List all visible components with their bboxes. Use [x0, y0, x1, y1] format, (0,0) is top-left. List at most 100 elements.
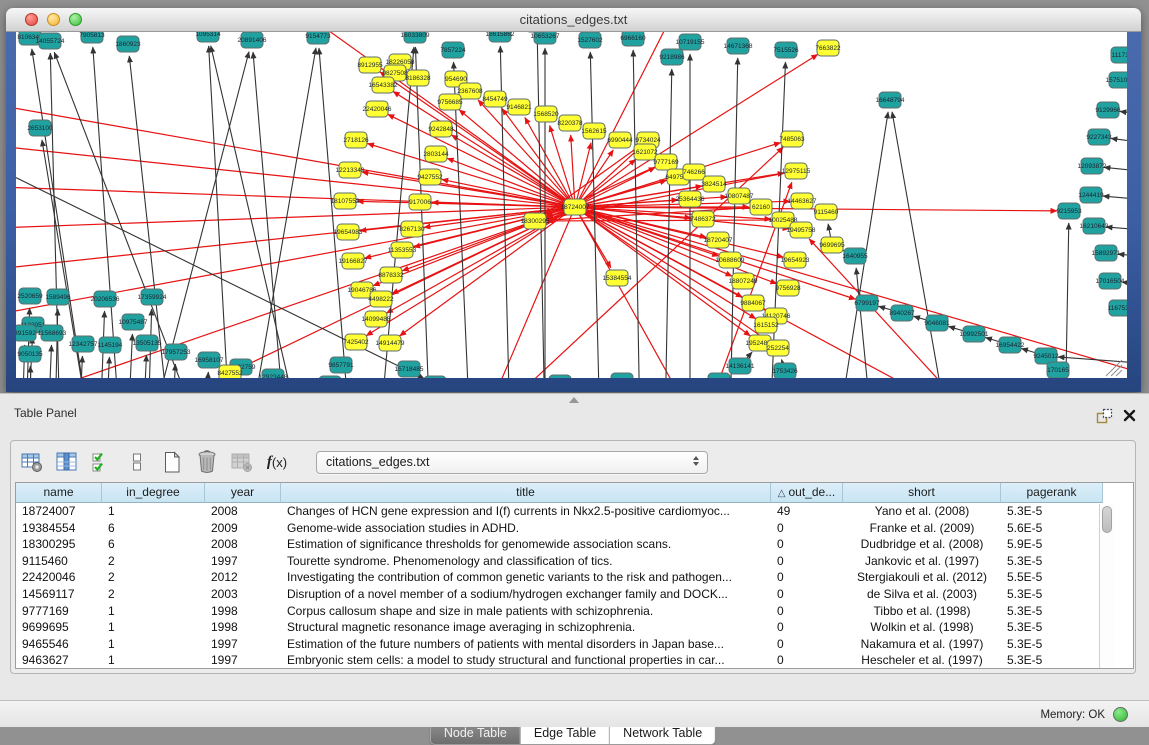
graph-node[interactable]: 1621072 — [632, 144, 658, 160]
table-cell[interactable]: 5.3E-5 — [1001, 636, 1103, 653]
graph-node[interactable]: 7485063 — [779, 131, 805, 147]
graph-node[interactable]: 18720407 — [704, 232, 733, 248]
graph-node[interactable]: 20891406 — [238, 32, 267, 48]
table-cell[interactable]: 1998 — [205, 603, 281, 620]
table-row[interactable]: 946554611997Estimation of the future num… — [16, 636, 1133, 653]
graph-node[interactable]: 9146821 — [506, 99, 532, 115]
column-header-short[interactable]: short — [843, 483, 1001, 503]
graph-node[interactable]: 8454749 — [482, 91, 508, 107]
graph-node[interactable]: 1753426 — [772, 363, 798, 378]
graph-node[interactable]: 7857224 — [440, 42, 466, 58]
table-cell[interactable]: Hescheler et al. (1997) — [843, 652, 1001, 669]
table-cell[interactable]: 1997 — [205, 553, 281, 570]
table-cell[interactable]: 5.3E-5 — [1001, 586, 1103, 603]
graph-node[interactable]: 17016504 — [1096, 273, 1125, 289]
table-cell[interactable]: Tibbo et al. (1998) — [843, 603, 1001, 620]
table-cell[interactable]: 1 — [102, 503, 205, 520]
table-row[interactable]: 1938455462009Genome-wide association stu… — [16, 520, 1133, 537]
table-cell[interactable]: Wolkin et al. (1998) — [843, 619, 1001, 636]
graph-node[interactable]: 2718126 — [343, 132, 369, 148]
graph-node[interactable]: 6799197 — [854, 295, 880, 311]
table-cell[interactable]: Estimation of significance thresholds fo… — [281, 536, 771, 553]
graph-node[interactable]: 12342757 — [69, 336, 98, 352]
graph-node[interactable]: 14671368 — [724, 38, 753, 54]
table-cell[interactable]: Corpus callosum shape and size in male p… — [281, 603, 771, 620]
graph-node[interactable]: 1244419 — [1078, 187, 1104, 203]
graph-node[interactable]: 6990444 — [607, 132, 633, 148]
graph-edge[interactable] — [367, 144, 575, 207]
graph-node[interactable]: 1589496 — [45, 289, 71, 305]
table-cell[interactable]: 1997 — [205, 636, 281, 653]
graph-edge[interactable] — [665, 69, 672, 378]
vertical-scrollbar[interactable] — [1099, 504, 1115, 668]
graph-edge[interactable] — [1104, 167, 1127, 178]
graph-edge[interactable] — [1120, 111, 1127, 122]
graph-node[interactable]: 9050135 — [17, 346, 43, 362]
table-cell[interactable]: 5.9E-5 — [1001, 536, 1103, 553]
table-cell[interactable]: 5.3E-5 — [1001, 603, 1103, 620]
table-cell[interactable]: 5.6E-5 — [1001, 520, 1103, 537]
new-table-icon[interactable] — [159, 449, 185, 475]
table-cell[interactable]: 2008 — [205, 503, 281, 520]
graph-node[interactable]: 20206536 — [91, 291, 120, 307]
column-header-pagerank[interactable]: pagerank — [1001, 483, 1103, 503]
table-cell[interactable]: 0 — [771, 619, 843, 636]
graph-node[interactable]: 17359924 — [138, 289, 167, 305]
table-cell[interactable]: 22420046 — [16, 569, 102, 586]
graph-node[interactable]: 2520659 — [17, 288, 43, 304]
graph-edge[interactable] — [106, 357, 109, 378]
table-cell[interactable]: 2 — [102, 586, 205, 603]
graph-node[interactable]: 1527602 — [577, 32, 603, 48]
table-cell[interactable]: 2008 — [205, 536, 281, 553]
table-cell[interactable]: 2012 — [205, 569, 281, 586]
graph-node[interactable]: 9699695 — [819, 237, 845, 253]
table-cell[interactable]: 5.3E-5 — [1001, 619, 1103, 636]
table-cell[interactable]: 9777169 — [16, 603, 102, 620]
table-cell[interactable]: Jankovic et al. (1997) — [843, 553, 1001, 570]
graph-edge[interactable] — [1111, 138, 1127, 150]
scrollbar-thumb[interactable] — [1102, 506, 1112, 533]
graph-node[interactable]: 10992501 — [960, 326, 989, 342]
table-cell[interactable]: 5.3E-5 — [1001, 503, 1103, 520]
graph-node[interactable]: 15718485 — [395, 361, 424, 377]
graph-node[interactable]: 10719155 — [676, 34, 705, 50]
graph-node[interactable]: 19654923 — [781, 252, 810, 268]
table-cell[interactable]: 1 — [102, 652, 205, 669]
table-cell[interactable]: 9699695 — [16, 619, 102, 636]
network-canvas[interactable]: 8106347140557247905813186092310953142089… — [16, 32, 1127, 378]
table-cell[interactable]: 1998 — [205, 619, 281, 636]
graph-node[interactable]: 1615152 — [753, 317, 779, 333]
table-cell[interactable]: 18724007 — [16, 503, 102, 520]
graph-edge[interactable] — [250, 48, 316, 378]
graph-node[interactable]: 7515526 — [773, 42, 799, 58]
table-row[interactable]: 969969511998Structural magnetic resonanc… — [16, 619, 1133, 636]
table-cell[interactable]: 2003 — [205, 586, 281, 603]
graph-node[interactable]: 7486372 — [690, 211, 716, 227]
table-cell[interactable]: 14569117 — [16, 586, 102, 603]
graph-node[interactable]: 16210643 — [1080, 218, 1109, 234]
delete-table-icon[interactable] — [194, 449, 220, 475]
graph-node[interactable]: 957163 — [319, 376, 341, 378]
table-row[interactable]: 911546021997Tourette syndrome. Phenomeno… — [16, 553, 1133, 570]
graph-edge[interactable] — [1065, 223, 1069, 378]
graph-node[interactable]: 9046081 — [924, 315, 950, 331]
graph-node[interactable]: 62160 — [750, 199, 772, 215]
table-cell[interactable]: 9463627 — [16, 652, 102, 669]
table-cell[interactable]: Genome-wide association studies in ADHD. — [281, 520, 771, 537]
table-row[interactable]: 1456911722003Disruption of a novel membe… — [16, 586, 1133, 603]
table-selector-dropdown[interactable]: citations_edges.txt — [316, 451, 708, 474]
graph-node[interactable]: 14136141 — [726, 358, 755, 374]
table-cell[interactable]: 6 — [102, 520, 205, 537]
graph-node[interactable]: 19495758 — [787, 222, 816, 238]
graph-edge[interactable] — [253, 52, 285, 378]
table-cell[interactable]: Estimation of the future numbers of pati… — [281, 636, 771, 653]
table-cell[interactable]: Franke et al. (2009) — [843, 520, 1001, 537]
graph-node[interactable]: 7905813 — [79, 32, 105, 43]
graph-node[interactable]: 1095314 — [195, 32, 221, 42]
graph-edge[interactable] — [575, 207, 777, 284]
table-cell[interactable]: 9465546 — [16, 636, 102, 653]
graph-node[interactable]: 11568693 — [38, 325, 67, 341]
graph-node[interactable]: 16648794 — [876, 92, 905, 108]
table-row[interactable]: 946362711997Embryonic stem cells: a mode… — [16, 652, 1133, 669]
table-cell[interactable]: 2 — [102, 553, 205, 570]
